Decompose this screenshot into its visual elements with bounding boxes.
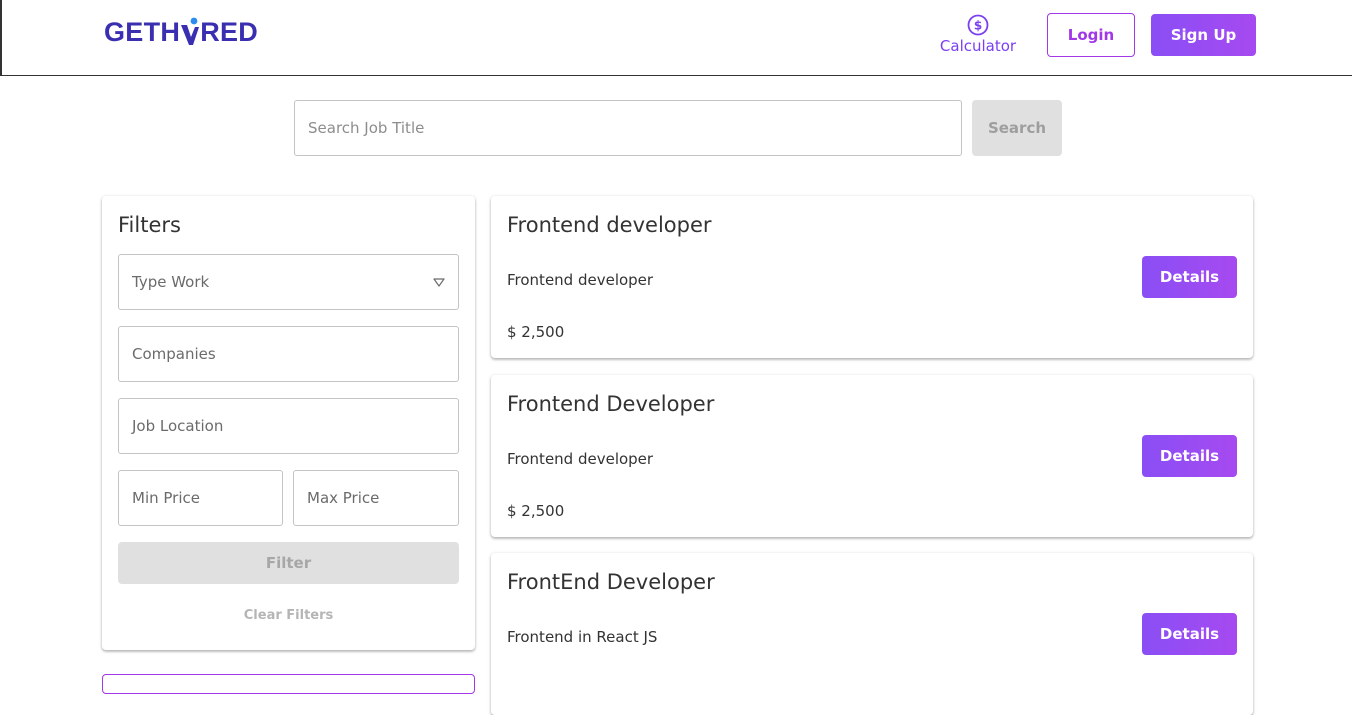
- type-work-select[interactable]: Type Work: [118, 254, 459, 310]
- chevron-down-icon: [433, 277, 445, 287]
- calculator-label: Calculator: [939, 37, 1017, 55]
- job-price: $ 2,500: [507, 502, 565, 520]
- companies-label: Companies: [132, 345, 216, 363]
- job-card: Frontend developer Frontend developer $ …: [491, 196, 1253, 358]
- max-price-field[interactable]: Max Price: [293, 470, 459, 526]
- job-title: Frontend developer: [507, 213, 712, 237]
- job-title: Frontend Developer: [507, 392, 715, 416]
- job-description: Frontend developer: [507, 271, 654, 289]
- job-card: Frontend Developer Frontend developer $ …: [491, 375, 1253, 537]
- job-location-label: Job Location: [132, 417, 224, 435]
- signup-button[interactable]: Sign Up: [1151, 14, 1256, 56]
- logo-person-icon: [179, 17, 201, 47]
- details-button[interactable]: Details: [1142, 613, 1237, 655]
- filters-title: Filters: [118, 213, 181, 237]
- companies-field[interactable]: Companies: [118, 326, 459, 382]
- job-location-field[interactable]: Job Location: [118, 398, 459, 454]
- logo-text-left: GETH: [104, 16, 181, 47]
- type-work-label: Type Work: [132, 273, 210, 291]
- details-button[interactable]: Details: [1142, 256, 1237, 298]
- min-price-field[interactable]: Min Price: [118, 470, 283, 526]
- logo-text-right: RED: [200, 16, 259, 47]
- login-button[interactable]: Login: [1047, 13, 1135, 57]
- dollar-circle-icon: $: [967, 14, 989, 36]
- max-price-label: Max Price: [307, 489, 380, 507]
- min-price-label: Min Price: [132, 489, 200, 507]
- job-price: $ 2,500: [507, 323, 565, 341]
- search-button[interactable]: Search: [972, 100, 1062, 156]
- job-description: Frontend developer: [507, 450, 654, 468]
- search-job-title-input[interactable]: [294, 100, 962, 156]
- top-navbar: GETH RED $ Calculator Login Sign Up: [0, 0, 1352, 76]
- clear-filters-button[interactable]: Clear Filters: [118, 608, 459, 623]
- filters-panel: Filters Type Work Companies Job Location…: [102, 196, 475, 650]
- calculator-link[interactable]: $ Calculator: [932, 14, 1024, 60]
- svg-text:$: $: [974, 19, 982, 33]
- filter-button[interactable]: Filter: [118, 542, 459, 584]
- job-description: Frontend in React JS: [507, 628, 658, 646]
- job-card: FrontEnd Developer Frontend in React JS …: [491, 553, 1253, 715]
- secondary-panel: [102, 674, 475, 694]
- job-title: FrontEnd Developer: [507, 570, 715, 594]
- details-button[interactable]: Details: [1142, 435, 1237, 477]
- gethired-logo[interactable]: GETH RED: [104, 12, 258, 52]
